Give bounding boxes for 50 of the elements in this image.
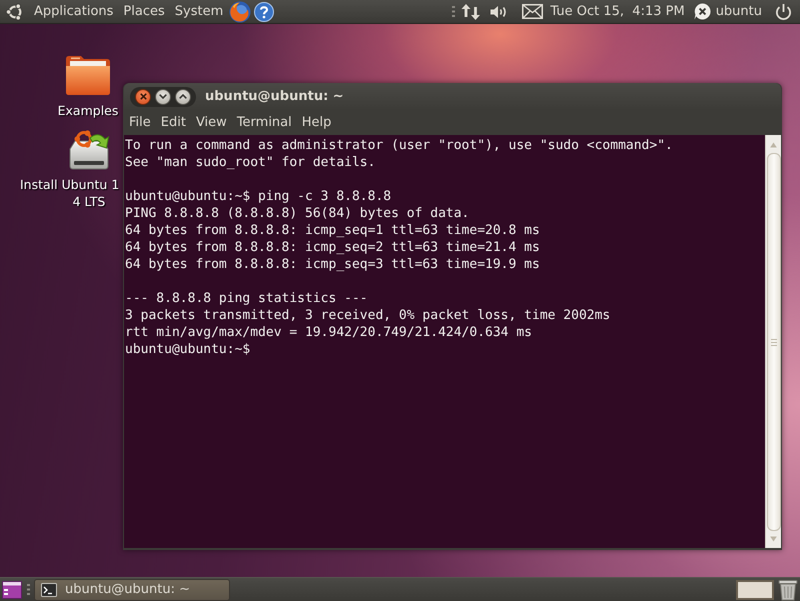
maximize-button[interactable] bbox=[175, 88, 191, 104]
icon-label: Install Ubuntu 1 bbox=[20, 176, 120, 193]
terminal-line: --- 8.8.8.8 ping statistics --- bbox=[125, 290, 369, 307]
trash-icon[interactable] bbox=[778, 578, 798, 600]
drag-handle-icon[interactable] bbox=[27, 584, 30, 595]
menu-item[interactable]: File bbox=[124, 112, 156, 132]
power-icon[interactable] bbox=[775, 2, 792, 20]
speech-bubble-x-icon[interactable] bbox=[694, 3, 711, 20]
panel-menu[interactable]: Places bbox=[118, 2, 170, 22]
panel-menu[interactable]: Applications bbox=[29, 2, 118, 22]
terminal-line: rtt min/avg/max/mdev = 19.942/20.749/21.424/0.634 ms bbox=[125, 324, 533, 341]
menu-item[interactable]: Help bbox=[296, 112, 336, 132]
terminal-line: PING 8.8.8.8 (8.8.8.8) 56(84) bytes of data. bbox=[125, 205, 470, 222]
terminal-line: 3 packets transmitted, 3 received, 0% packet loss, time 2002ms bbox=[125, 307, 612, 324]
terminal-line: To run a command as administrator (user "root"), use "sudo <command>". bbox=[125, 137, 674, 154]
panel-menu[interactable]: System bbox=[170, 2, 228, 22]
workspace-switcher[interactable] bbox=[736, 580, 774, 600]
minimize-button[interactable] bbox=[155, 88, 171, 104]
terminal-line: See "man sudo_root" for details. bbox=[125, 154, 376, 171]
up-down-arrows-icon[interactable] bbox=[461, 2, 482, 20]
window-title: ubuntu@ubuntu: ~ bbox=[205, 89, 344, 104]
menu-item[interactable]: Edit bbox=[156, 112, 191, 132]
terminal-line: 64 bytes from 8.8.8.8: icmp_seq=2 ttl=63 time=21.4 ms bbox=[125, 239, 541, 256]
terminal-line: ubuntu@ubuntu:~$ ping -c 3 8.8.8.8 bbox=[125, 188, 392, 205]
clock[interactable]: Tue Oct 15, 4:13 PM bbox=[550, 2, 685, 22]
chevron-down-icon bbox=[159, 94, 167, 99]
drag-handle-icon[interactable] bbox=[452, 6, 456, 17]
close-button[interactable] bbox=[135, 88, 151, 104]
icon-label: Examples bbox=[58, 102, 118, 119]
close-icon bbox=[140, 93, 146, 100]
icon-label: 4 LTS bbox=[72, 193, 106, 210]
menu-item[interactable]: Terminal bbox=[232, 112, 297, 132]
terminal-line: 64 bytes from 8.8.8.8: icmp_seq=3 ttl=63 time=19.9 ms bbox=[125, 256, 541, 273]
ring-logo-icon[interactable] bbox=[6, 2, 24, 20]
scrollbar-thumb[interactable] bbox=[766, 153, 780, 531]
user-menu[interactable]: ubuntu bbox=[716, 2, 762, 22]
window-icon[interactable] bbox=[2, 580, 22, 598]
globe-icon[interactable] bbox=[229, 0, 252, 22]
terminal-line: 64 bytes from 8.8.8.8: icmp_seq=1 ttl=63 time=20.8 ms bbox=[125, 222, 541, 239]
envelope-icon[interactable] bbox=[522, 4, 544, 19]
help-icon[interactable] bbox=[254, 2, 274, 22]
terminal-icon bbox=[41, 582, 57, 596]
grip-icon bbox=[770, 338, 776, 346]
scrollbar[interactable] bbox=[765, 135, 781, 548]
terminal-line: ubuntu@ubuntu:~$ bbox=[125, 341, 252, 358]
menu-item[interactable]: View bbox=[190, 112, 232, 132]
taskbar-button[interactable]: ubuntu@ubuntu: ~ bbox=[34, 578, 230, 600]
volume-icon[interactable] bbox=[490, 4, 508, 18]
chevron-up-icon bbox=[179, 94, 187, 99]
folder-icon[interactable] bbox=[64, 54, 112, 96]
